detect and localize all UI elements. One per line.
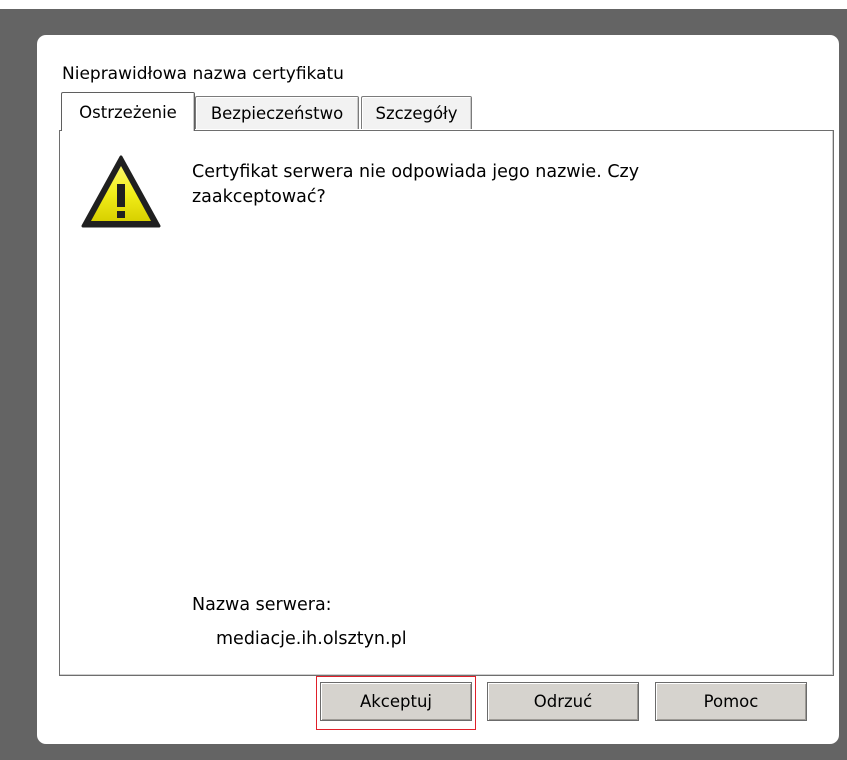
tab-details[interactable]: Szczegóły — [361, 96, 472, 129]
tab-warning[interactable]: Ostrzeżenie — [61, 92, 195, 131]
server-name-label: Nazwa serwera: — [192, 595, 332, 615]
tab-security[interactable]: Bezpieczeństwo — [195, 96, 359, 129]
server-name-value: mediacje.ih.olsztyn.pl — [216, 629, 407, 649]
warning-triangle-icon — [81, 155, 161, 228]
tab-panel — [59, 130, 834, 676]
help-button[interactable]: Pomoc — [655, 682, 807, 721]
warning-message: Certyfikat serwera nie odpowiada jego na… — [192, 162, 640, 207]
reject-button[interactable]: Odrzuć — [487, 682, 639, 721]
top-strip — [0, 0, 847, 9]
accept-button[interactable]: Akceptuj — [320, 682, 472, 721]
dialog-title: Nieprawidłowa nazwa certyfikatu — [62, 64, 344, 84]
